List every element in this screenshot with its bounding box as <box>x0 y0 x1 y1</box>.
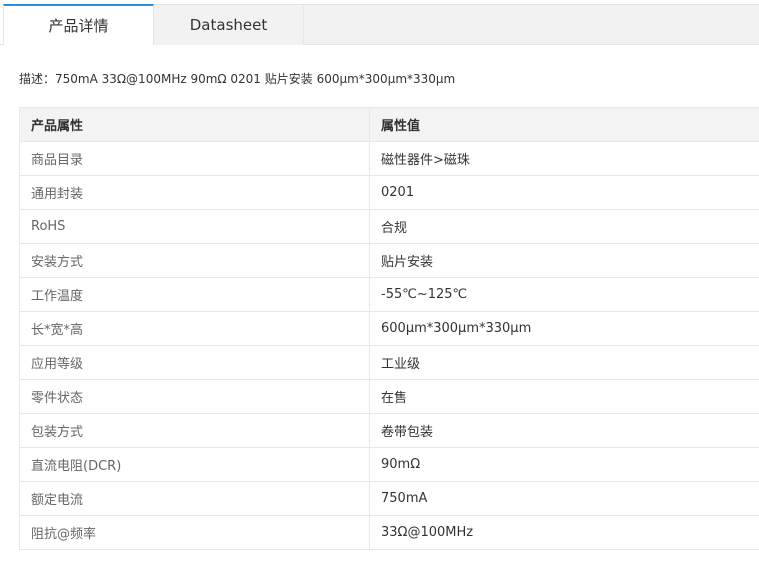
table-row: RoHS 合规 <box>19 209 759 244</box>
attribute-value: 工业级 <box>369 345 759 380</box>
attribute-name: 安装方式 <box>19 243 370 278</box>
column-header-attribute: 产品属性 <box>19 107 370 142</box>
attribute-value: 卷带包装 <box>369 413 759 448</box>
attribute-value: 贴片安装 <box>369 243 759 278</box>
table-row: 安装方式 贴片安装 <box>19 243 759 278</box>
table-row: 阻抗@频率 33Ω@100MHz <box>19 515 759 550</box>
table-row: 通用封装 0201 <box>19 175 759 210</box>
table-row: 商品目录 磁性器件>磁珠 <box>19 141 759 176</box>
attribute-name: 长*宽*高 <box>19 311 370 346</box>
table-row: 应用等级 工业级 <box>19 345 759 380</box>
tab-bar: 产品详情 Datasheet <box>0 0 759 45</box>
column-header-value: 属性值 <box>369 107 759 142</box>
tab-bar-background <box>304 4 759 44</box>
table-row: 长*宽*高 600μm*300μm*330μm <box>19 311 759 346</box>
table-row: 包装方式 卷带包装 <box>19 413 759 448</box>
table-row: 直流电阻(DCR) 90mΩ <box>19 447 759 482</box>
table-row: 零件状态 在售 <box>19 379 759 414</box>
attribute-name: 工作温度 <box>19 277 370 312</box>
attribute-name: 商品目录 <box>19 141 370 176</box>
tab-datasheet-label: Datasheet <box>189 16 268 34</box>
tab-datasheet[interactable]: Datasheet <box>154 4 304 45</box>
attribute-value: 在售 <box>369 379 759 414</box>
attribute-value: 合规 <box>369 209 759 244</box>
attribute-value: 90mΩ <box>369 447 759 482</box>
attribute-name: RoHS <box>19 209 370 244</box>
attribute-value: 33Ω@100MHz <box>369 515 759 550</box>
attribute-name: 零件状态 <box>19 379 370 414</box>
attribute-name: 额定电流 <box>19 481 370 516</box>
attribute-value: -55℃~125℃ <box>369 277 759 312</box>
tab-product-details-label: 产品详情 <box>48 17 109 35</box>
table-row: 工作温度 -55℃~125℃ <box>19 277 759 312</box>
attribute-value: 750mA <box>369 481 759 516</box>
attribute-value: 磁性器件>磁珠 <box>369 141 759 176</box>
attribute-value: 600μm*300μm*330μm <box>369 311 759 346</box>
attribute-name: 阻抗@频率 <box>19 515 370 550</box>
attribute-name: 直流电阻(DCR) <box>19 447 370 482</box>
attribute-name: 通用封装 <box>19 175 370 210</box>
table-row: 额定电流 750mA <box>19 481 759 516</box>
tab-product-details[interactable]: 产品详情 <box>3 4 154 45</box>
attribute-name: 包装方式 <box>19 413 370 448</box>
attribute-value: 0201 <box>369 175 759 210</box>
attribute-name: 应用等级 <box>19 345 370 380</box>
product-description: 描述：750mA 33Ω@100MHz 90mΩ 0201 贴片安装 600μm… <box>19 72 456 86</box>
attributes-table: 产品属性 属性值 商品目录 磁性器件>磁珠 通用封装 0201 RoHS 合规 … <box>19 107 759 550</box>
table-header-row: 产品属性 属性值 <box>19 107 759 142</box>
